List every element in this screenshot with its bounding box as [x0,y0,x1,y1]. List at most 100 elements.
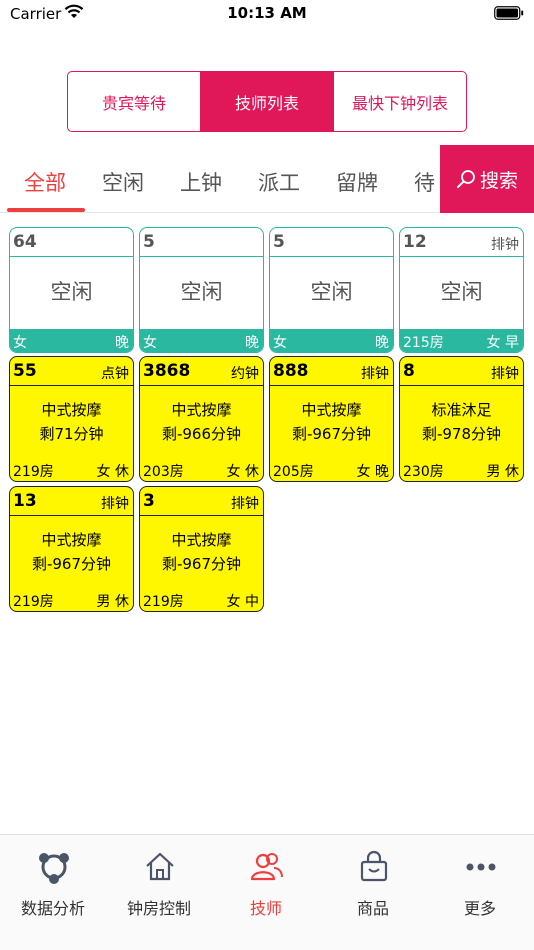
search-button[interactable]: 搜索 [440,145,534,213]
remaining-time: 剩71分钟 [39,425,104,443]
card-status-text: 空闲 [50,279,93,304]
card-shift: 晚 [375,335,389,351]
clock-type-tag: 排钟 [491,237,519,253]
technician-card[interactable]: 5 空闲 女 晚 [139,227,264,353]
technician-card[interactable]: 3 排钟 中式按摩 剩-967分钟 219房 女 中 [139,486,264,612]
tab-room-control[interactable]: 钟房控制 [106,835,212,935]
technician-card[interactable]: 55 点钟 中式按摩 剩71分钟 219房 女 休 [9,356,134,482]
card-footer: 219房 男 休 [10,588,133,611]
tab-label: 商品 [356,899,389,918]
more-icon [466,863,496,871]
card-shift: 晚 [115,335,129,351]
people-icon [250,853,283,881]
tab-label: 数据分析 [20,899,85,918]
card-shift: 女 中 [226,594,259,610]
card-status-text: 空闲 [180,279,223,304]
card-room: 205房 [273,464,314,480]
status-bar: Carrier 10:13 AM [0,0,534,28]
clock-type-tag: 排钟 [231,496,259,512]
card-status-text: 空闲 [310,279,353,304]
view-segmented-control: 贵宾等待 技师列表 最快下钟列表 [67,71,467,132]
filter-tab-dispatch[interactable]: 派工 [258,167,300,197]
technician-number: 5 [143,232,155,252]
card-footer: 女 晚 [140,329,263,352]
remaining-time: 剩-967分钟 [31,555,112,573]
remaining-time: 剩-966分钟 [161,425,242,443]
tab-label: 钟房控制 [126,899,191,918]
segment-fastest-finish-list[interactable]: 最快下钟列表 [333,72,466,131]
filter-tab-reserved[interactable]: 留牌 [336,167,378,197]
card-room: 203房 [143,464,184,480]
segment-vip-waiting[interactable]: 贵宾等待 [68,72,200,131]
tab-technicians[interactable]: 技师 [213,835,319,935]
filter-tab-waiting[interactable]: 待 [414,167,435,197]
card-room: 219房 [13,464,54,480]
card-room: 219房 [143,594,184,610]
card-footer: 205房 女 晚 [270,458,393,481]
card-service-info: 标准沐足 剩-978分钟 [400,398,523,446]
search-label: 搜索 [479,169,518,192]
card-footer: 230房 男 休 [400,458,523,481]
technician-card[interactable]: 8 排钟 标准沐足 剩-978分钟 230房 男 休 [399,356,524,482]
service-name: 中式按摩 [171,531,232,549]
card-header: 5 [140,228,263,257]
technician-number: 13 [13,491,37,511]
card-service-info: 中式按摩 剩-967分钟 [10,528,133,576]
tab-label: 技师 [249,899,282,918]
clock-type-tag: 排钟 [361,366,389,382]
filter-tab-on-duty[interactable]: 上钟 [180,167,222,197]
card-header: 13 排钟 [10,487,133,516]
card-shift: 女 休 [226,464,259,480]
card-shift: 晚 [245,335,259,351]
technician-number: 5 [273,232,285,252]
clock-type-tag: 排钟 [101,496,129,512]
card-footer: 女 晚 [10,329,133,352]
segment-technician-list[interactable]: 技师列表 [200,72,333,131]
card-footer: 219房 女 休 [10,458,133,481]
battery-icon [494,6,524,20]
clock-type-tag: 排钟 [491,366,519,382]
technician-number: 8 [403,361,415,381]
remaining-time: 剩-967分钟 [291,425,372,443]
tab-data-analysis[interactable]: 数据分析 [0,835,106,935]
filter-tab-all[interactable]: 全部 [24,167,66,197]
active-tab-indicator [7,208,85,212]
card-service-info: 中式按摩 剩-967分钟 [270,398,393,446]
card-room: 230房 [403,464,444,480]
technician-card[interactable]: 12 排钟 空闲 215房 女 早 [399,227,524,353]
technician-card[interactable]: 64 空闲 女 晚 [9,227,134,353]
card-service-info: 中式按摩 剩-966分钟 [140,398,263,446]
card-room: 215房 [403,335,444,351]
card-footer: 203房 女 休 [140,458,263,481]
service-name: 标准沐足 [431,401,492,419]
technician-number: 12 [403,232,427,252]
card-service-info: 中式按摩 剩-967分钟 [140,528,263,576]
filter-tab-idle[interactable]: 空闲 [102,167,144,197]
search-icon [456,170,475,188]
card-shift: 男 休 [96,594,129,610]
technician-card[interactable]: 5 空闲 女 晚 [269,227,394,353]
card-room: 女 [13,335,27,351]
remaining-time: 剩-967分钟 [161,555,242,573]
card-room: 女 [143,335,157,351]
tab-products[interactable]: 商品 [320,835,426,935]
technician-card[interactable]: 3868 约钟 中式按摩 剩-966分钟 203房 女 休 [139,356,264,482]
technician-card[interactable]: 13 排钟 中式按摩 剩-967分钟 219房 男 休 [9,486,134,612]
technician-card[interactable]: 888 排钟 中式按摩 剩-967分钟 205房 女 晚 [269,356,394,482]
card-footer: 215房 女 早 [400,329,523,352]
card-shift: 女 早 [486,335,519,351]
service-name: 中式按摩 [301,401,362,419]
service-name: 中式按摩 [41,401,102,419]
card-header: 64 [10,228,133,257]
card-header: 3868 约钟 [140,357,263,386]
card-header: 12 排钟 [400,228,523,257]
technician-number: 3868 [143,361,191,381]
technician-number: 64 [13,232,37,252]
bottom-tab-bar: 数据分析 钟房控制 技师 商品 更多 [0,834,534,950]
remaining-time: 剩-978分钟 [421,425,502,443]
tab-more[interactable]: 更多 [427,835,533,935]
card-shift: 女 晚 [356,464,389,480]
card-shift: 男 休 [486,464,519,480]
bag-icon [360,850,388,882]
tab-label: 更多 [463,899,496,918]
